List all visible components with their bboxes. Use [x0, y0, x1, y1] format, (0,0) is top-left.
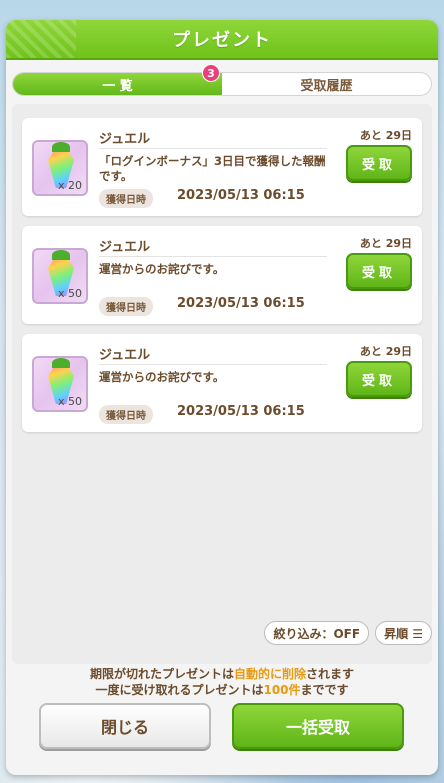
- close-button[interactable]: 閉じる: [39, 703, 211, 749]
- deadline-text: あと 29日: [359, 345, 412, 358]
- receive-button[interactable]: 受取: [346, 253, 412, 289]
- jewel-item-icon: x 50: [32, 356, 88, 412]
- bulk-receive-button[interactable]: 一括受取: [232, 703, 404, 749]
- receive-button[interactable]: 受取: [346, 361, 412, 397]
- leaf-icon: [52, 358, 70, 368]
- item-name: ジュエル: [99, 240, 151, 255]
- item-description: 運営からのお詫びです。: [99, 262, 225, 276]
- dialog-header: プレゼント: [6, 20, 438, 60]
- dialog-title: プレゼント: [172, 30, 272, 51]
- date-value: 2023/05/13 06:15: [177, 296, 305, 311]
- date-value: 2023/05/13 06:15: [177, 404, 305, 419]
- item-quantity: x 20: [57, 179, 82, 192]
- date-value: 2023/05/13 06:15: [177, 188, 305, 203]
- list-item: x 20 ジュエル 「ログインボーナス」3日目で獲得した報酬です。 獲得日時 2…: [22, 118, 422, 216]
- present-dialog: プレゼント 一 覧 3 受取履歴 x 20 ジュエル 「ログインボーナス」3日目…: [6, 20, 438, 775]
- date-label: 獲得日時: [99, 405, 153, 424]
- list-item: x 50 ジュエル 運営からのお詫びです。 獲得日時 2023/05/13 06…: [22, 334, 422, 432]
- deadline-text: あと 29日: [359, 129, 412, 142]
- tab-list[interactable]: 一 覧 3: [13, 64, 222, 95]
- item-name: ジュエル: [99, 348, 151, 363]
- item-description: 「ログインボーナス」3日目で獲得した報酬です。: [99, 154, 326, 183]
- item-quantity: x 50: [57, 287, 82, 300]
- unread-count-badge: 3: [202, 64, 220, 82]
- present-list[interactable]: x 20 ジュエル 「ログインボーナス」3日目で獲得した報酬です。 獲得日時 2…: [12, 104, 432, 664]
- notice-line-1: 期限が切れたプレゼントは自動的に削除されます: [89, 667, 355, 681]
- tab-history[interactable]: 受取履歴: [222, 73, 431, 95]
- notice-highlight: 自動的に削除: [233, 667, 306, 681]
- notice-line-2: 一度に受け取れるプレゼントは100件までです: [95, 683, 349, 697]
- item-quantity: x 50: [57, 395, 82, 408]
- date-label: 獲得日時: [99, 297, 153, 316]
- tab-history-label: 受取履歴: [300, 78, 353, 94]
- tab-bar: 一 覧 3 受取履歴: [12, 64, 432, 96]
- leaf-icon: [52, 142, 70, 152]
- notice-highlight: 100件: [263, 683, 301, 697]
- divider: [99, 148, 327, 149]
- item-name: ジュエル: [99, 132, 151, 147]
- jewel-item-icon: x 50: [32, 248, 88, 304]
- jewel-item-icon: x 20: [32, 140, 88, 196]
- filter-row: 絞り込み：OFF 昇順 ☰: [264, 621, 432, 645]
- date-label: 獲得日時: [99, 189, 153, 208]
- notice-text: 期限が切れたプレゼントは自動的に削除されます 一度に受け取れるプレゼントは100…: [6, 666, 438, 698]
- divider: [99, 364, 327, 365]
- leaf-icon: [52, 250, 70, 260]
- filter-toggle-button[interactable]: 絞り込み：OFF: [264, 621, 370, 645]
- deadline-text: あと 29日: [359, 237, 412, 250]
- tab-list-label: 一 覧: [102, 78, 133, 94]
- item-description: 運営からのお詫びです。: [99, 370, 225, 384]
- sort-order-button[interactable]: 昇順 ☰: [375, 621, 432, 645]
- divider: [99, 256, 327, 257]
- list-item: x 50 ジュエル 運営からのお詫びです。 獲得日時 2023/05/13 06…: [22, 226, 422, 324]
- receive-button[interactable]: 受取: [346, 145, 412, 181]
